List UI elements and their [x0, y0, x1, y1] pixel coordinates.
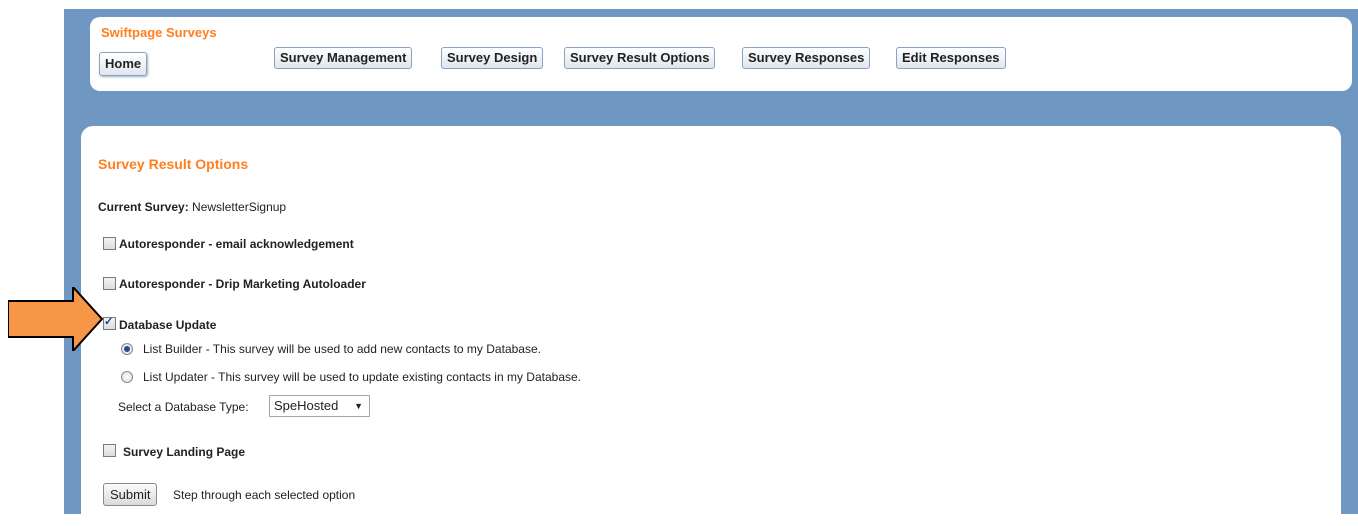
header-card: Swiftpage Surveys Home Survey Management… — [90, 17, 1352, 91]
list-updater-radio[interactable] — [121, 371, 133, 383]
autoresponder-drip-checkbox[interactable] — [103, 277, 116, 290]
brand-title: Swiftpage Surveys — [101, 25, 217, 40]
submit-hint: Step through each selected option — [173, 488, 356, 502]
section-title: Survey Result Options — [98, 156, 249, 172]
autoresponder-email-label: Autoresponder - email acknowledgement — [119, 237, 354, 251]
home-button[interactable]: Home — [99, 52, 148, 76]
chevron-down-icon: ▼ — [354, 401, 363, 411]
db-type-value: SpeHosted — [274, 398, 339, 413]
list-builder-label: List Builder - This survey will be used … — [143, 342, 541, 356]
db-type-select[interactable]: SpeHosted ▼ — [269, 395, 370, 417]
right-arrow-icon — [8, 287, 104, 351]
list-updater-label: List Updater - This survey will be used … — [143, 370, 581, 384]
tab-survey-design[interactable]: Survey Design — [441, 47, 544, 69]
content-card: Survey Result Options Current Survey: Ne… — [81, 126, 1341, 526]
current-survey-value: NewsletterSignup — [192, 200, 287, 214]
tab-survey-result-options[interactable]: Survey Result Options — [564, 47, 716, 69]
autoresponder-email-checkbox[interactable] — [103, 237, 116, 250]
db-type-label: Select a Database Type: — [118, 400, 249, 414]
database-update-label: Database Update — [119, 318, 217, 332]
survey-landing-label: Survey Landing Page — [123, 445, 246, 459]
survey-landing-checkbox[interactable] — [103, 444, 116, 457]
tab-survey-responses[interactable]: Survey Responses — [742, 47, 871, 69]
tab-survey-management[interactable]: Survey Management — [274, 47, 413, 69]
database-update-checkbox[interactable] — [103, 315, 116, 330]
tab-edit-responses[interactable]: Edit Responses — [896, 47, 1006, 69]
submit-button[interactable]: Submit — [103, 483, 158, 506]
current-survey-label: Current Survey: — [98, 200, 189, 214]
autoresponder-drip-label: Autoresponder - Drip Marketing Autoloade… — [119, 277, 366, 291]
current-survey: Current Survey: NewsletterSignup — [98, 200, 286, 214]
list-builder-radio[interactable] — [121, 343, 133, 355]
